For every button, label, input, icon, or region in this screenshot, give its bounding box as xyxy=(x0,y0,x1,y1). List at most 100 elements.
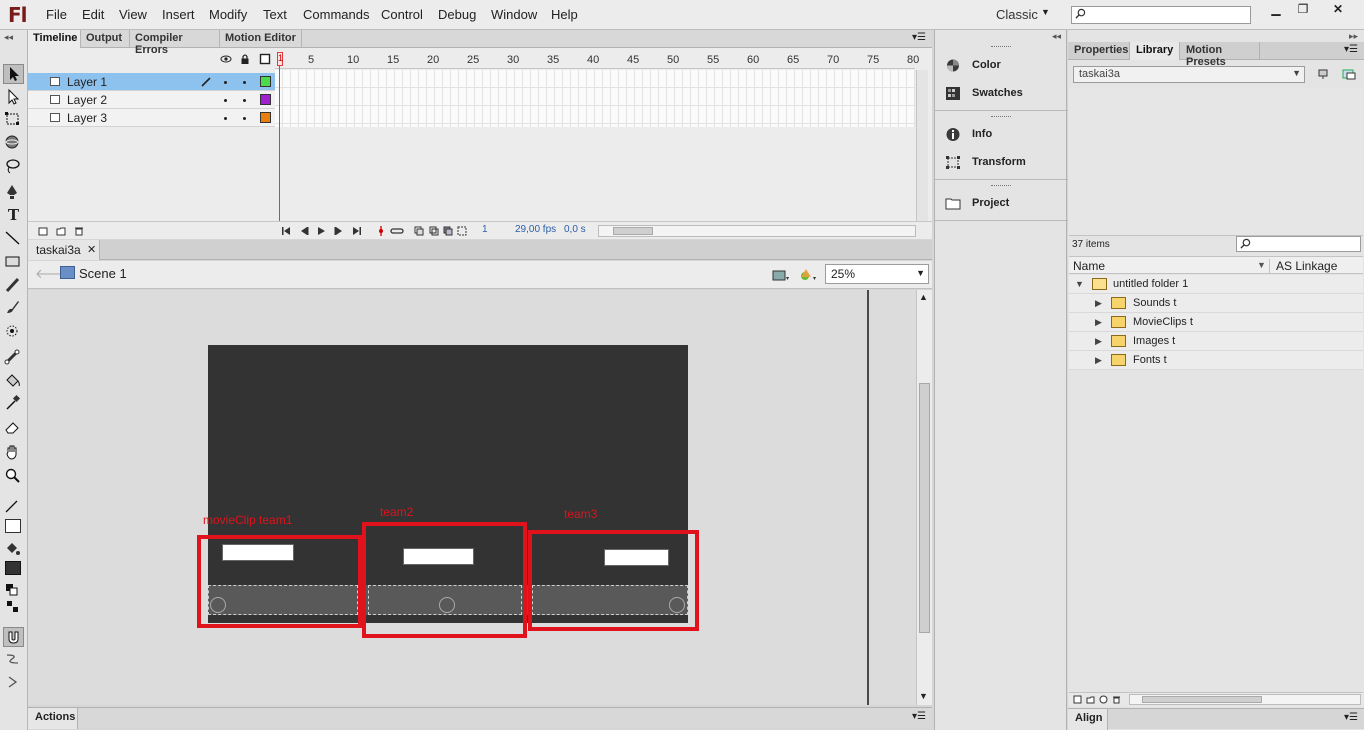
properties-icon[interactable] xyxy=(1099,695,1108,704)
3d-rotation-tool-icon[interactable] xyxy=(3,133,24,153)
library-document-select[interactable]: taskai3a ▼ xyxy=(1073,66,1305,83)
frame-ruler[interactable]: 5 10 15 20 25 30 35 40 45 50 55 60 65 70… xyxy=(275,49,919,69)
pin-library-icon[interactable] xyxy=(1316,68,1330,80)
menu-text[interactable]: Text xyxy=(263,7,287,22)
snap-magnet-icon[interactable] xyxy=(3,627,24,647)
workspace-switcher[interactable]: Classic xyxy=(996,7,1038,22)
stroke-color-icon[interactable] xyxy=(3,497,24,517)
layer-row[interactable]: Layer 2 xyxy=(28,91,275,109)
eye-icon[interactable] xyxy=(220,53,232,65)
frame-rate[interactable]: 29,00 fps xyxy=(515,224,556,235)
document-tab[interactable]: taskai3a ✕ xyxy=(28,240,100,260)
tab-align[interactable]: Align xyxy=(1068,709,1108,730)
fill-color-icon[interactable] xyxy=(3,539,24,559)
library-search-input[interactable] xyxy=(1236,236,1361,252)
onion-skin-icon[interactable] xyxy=(414,226,424,236)
help-search-input[interactable] xyxy=(1071,6,1251,24)
subselection-tool-icon[interactable] xyxy=(3,88,24,108)
fill-color-swatch[interactable] xyxy=(3,559,24,579)
modify-markers-icon[interactable] xyxy=(457,226,467,236)
stroke-color-swatch[interactable] xyxy=(3,517,24,537)
edit-symbols-icon[interactable] xyxy=(799,267,817,283)
brush-tool-icon[interactable] xyxy=(3,298,24,318)
last-frame-icon[interactable] xyxy=(352,226,362,236)
sort-arrow-icon[interactable]: ▼ xyxy=(1257,260,1266,270)
layer-outline-color[interactable] xyxy=(260,76,271,87)
library-folder-row[interactable]: ▶ Fonts t xyxy=(1069,351,1363,370)
close-button[interactable]: ✕ xyxy=(1325,2,1351,18)
deco-tool-icon[interactable] xyxy=(3,322,24,342)
layer-outline-color[interactable] xyxy=(260,94,271,105)
new-symbol-icon[interactable] xyxy=(1073,695,1082,704)
menu-help[interactable]: Help xyxy=(551,7,578,22)
paint-bucket-tool-icon[interactable] xyxy=(3,371,24,391)
lasso-tool-icon[interactable] xyxy=(3,157,24,177)
new-layer-icon[interactable] xyxy=(38,226,48,236)
scrollbar-thumb[interactable] xyxy=(613,227,653,235)
scrollbar-thumb[interactable] xyxy=(919,383,930,633)
library-folder-row[interactable]: ▶ Sounds t xyxy=(1069,294,1363,313)
layer-row[interactable]: Layer 1 xyxy=(28,73,275,91)
straighten-icon[interactable] xyxy=(3,673,24,693)
dock-swatches[interactable]: Swatches xyxy=(945,84,1065,104)
panel-menu-icon[interactable]: ▾☰ xyxy=(1344,44,1358,55)
menu-debug[interactable]: Debug xyxy=(438,7,476,22)
loop-icon[interactable] xyxy=(390,226,404,236)
library-folder-row[interactable]: ▶ Images t xyxy=(1069,332,1363,351)
layer-outline-color[interactable] xyxy=(260,112,271,123)
swap-colors-icon[interactable] xyxy=(3,598,24,618)
panel-menu-icon[interactable]: ▾☰ xyxy=(912,32,926,43)
prev-frame-icon[interactable] xyxy=(299,226,309,236)
dock-project[interactable]: Project xyxy=(945,194,1065,214)
text-tool-icon[interactable]: T xyxy=(3,206,24,226)
onion-skin-outlines-icon[interactable] xyxy=(429,226,439,236)
line-tool-icon[interactable] xyxy=(3,229,24,249)
tab-motion-presets[interactable]: Motion Presets xyxy=(1180,42,1260,68)
delete-icon[interactable] xyxy=(1112,695,1121,704)
visibility-dot[interactable] xyxy=(224,81,227,84)
scene-label[interactable]: Scene 1 xyxy=(79,266,127,281)
bone-tool-icon[interactable] xyxy=(3,348,24,368)
new-folder-icon[interactable] xyxy=(1086,695,1095,704)
lock-icon[interactable] xyxy=(239,53,251,65)
restore-button[interactable]: ❐ xyxy=(1290,2,1316,18)
dock-color[interactable]: Color xyxy=(945,56,1065,76)
elapsed-time[interactable]: 0,0 s xyxy=(564,224,586,235)
edit-multiple-frames-icon[interactable] xyxy=(443,226,453,236)
panel-menu-icon[interactable]: ▾☰ xyxy=(912,711,926,722)
menu-file[interactable]: File xyxy=(46,7,67,22)
tab-properties[interactable]: Properties xyxy=(1068,42,1130,60)
library-horizontal-scrollbar[interactable] xyxy=(1129,694,1361,705)
minimize-button[interactable]: ▁ xyxy=(1263,2,1289,18)
playhead[interactable]: 1 xyxy=(277,52,283,222)
scroll-down-icon[interactable]: ▼ xyxy=(919,691,928,701)
edit-scene-icon[interactable] xyxy=(772,267,790,283)
lock-dot[interactable] xyxy=(243,99,246,102)
panel-menu-icon[interactable]: ▾☰ xyxy=(1344,712,1358,723)
visibility-dot[interactable] xyxy=(224,99,227,102)
first-frame-icon[interactable] xyxy=(281,226,291,236)
column-as-linkage[interactable]: AS Linkage xyxy=(1269,259,1337,273)
collapsed-arrow-icon[interactable]: ▶ xyxy=(1095,298,1102,309)
zoom-tool-icon[interactable] xyxy=(3,467,24,487)
menu-commands[interactable]: Commands xyxy=(303,7,369,22)
tab-output[interactable]: Output xyxy=(81,30,130,48)
close-icon[interactable]: ✕ xyxy=(87,243,96,256)
zoom-select[interactable]: 25% ▼ xyxy=(825,264,929,284)
menu-edit[interactable]: Edit xyxy=(82,7,104,22)
collapsed-arrow-icon[interactable]: ▶ xyxy=(1095,336,1102,347)
library-folder-row[interactable]: ▶ MovieClips t xyxy=(1069,313,1363,332)
collapse-icon[interactable]: ◂◂ xyxy=(4,32,13,43)
chevron-down-icon[interactable]: ▼ xyxy=(1041,7,1050,17)
visibility-dot[interactable] xyxy=(224,117,227,120)
column-name[interactable]: Name xyxy=(1073,259,1105,273)
frame-grid[interactable] xyxy=(275,70,915,127)
timeline-vertical-scrollbar[interactable] xyxy=(916,70,928,223)
stage-pasteboard[interactable]: movieClip team1 team2 team3 xyxy=(28,290,916,705)
menu-modify[interactable]: Modify xyxy=(209,7,247,22)
tab-motion-editor[interactable]: Motion Editor xyxy=(220,30,302,48)
collapsed-arrow-icon[interactable]: ▶ xyxy=(1095,355,1102,366)
hand-tool-icon[interactable] xyxy=(3,443,24,463)
timeline-horizontal-scrollbar[interactable] xyxy=(598,225,916,237)
center-frame-icon[interactable] xyxy=(376,226,386,236)
